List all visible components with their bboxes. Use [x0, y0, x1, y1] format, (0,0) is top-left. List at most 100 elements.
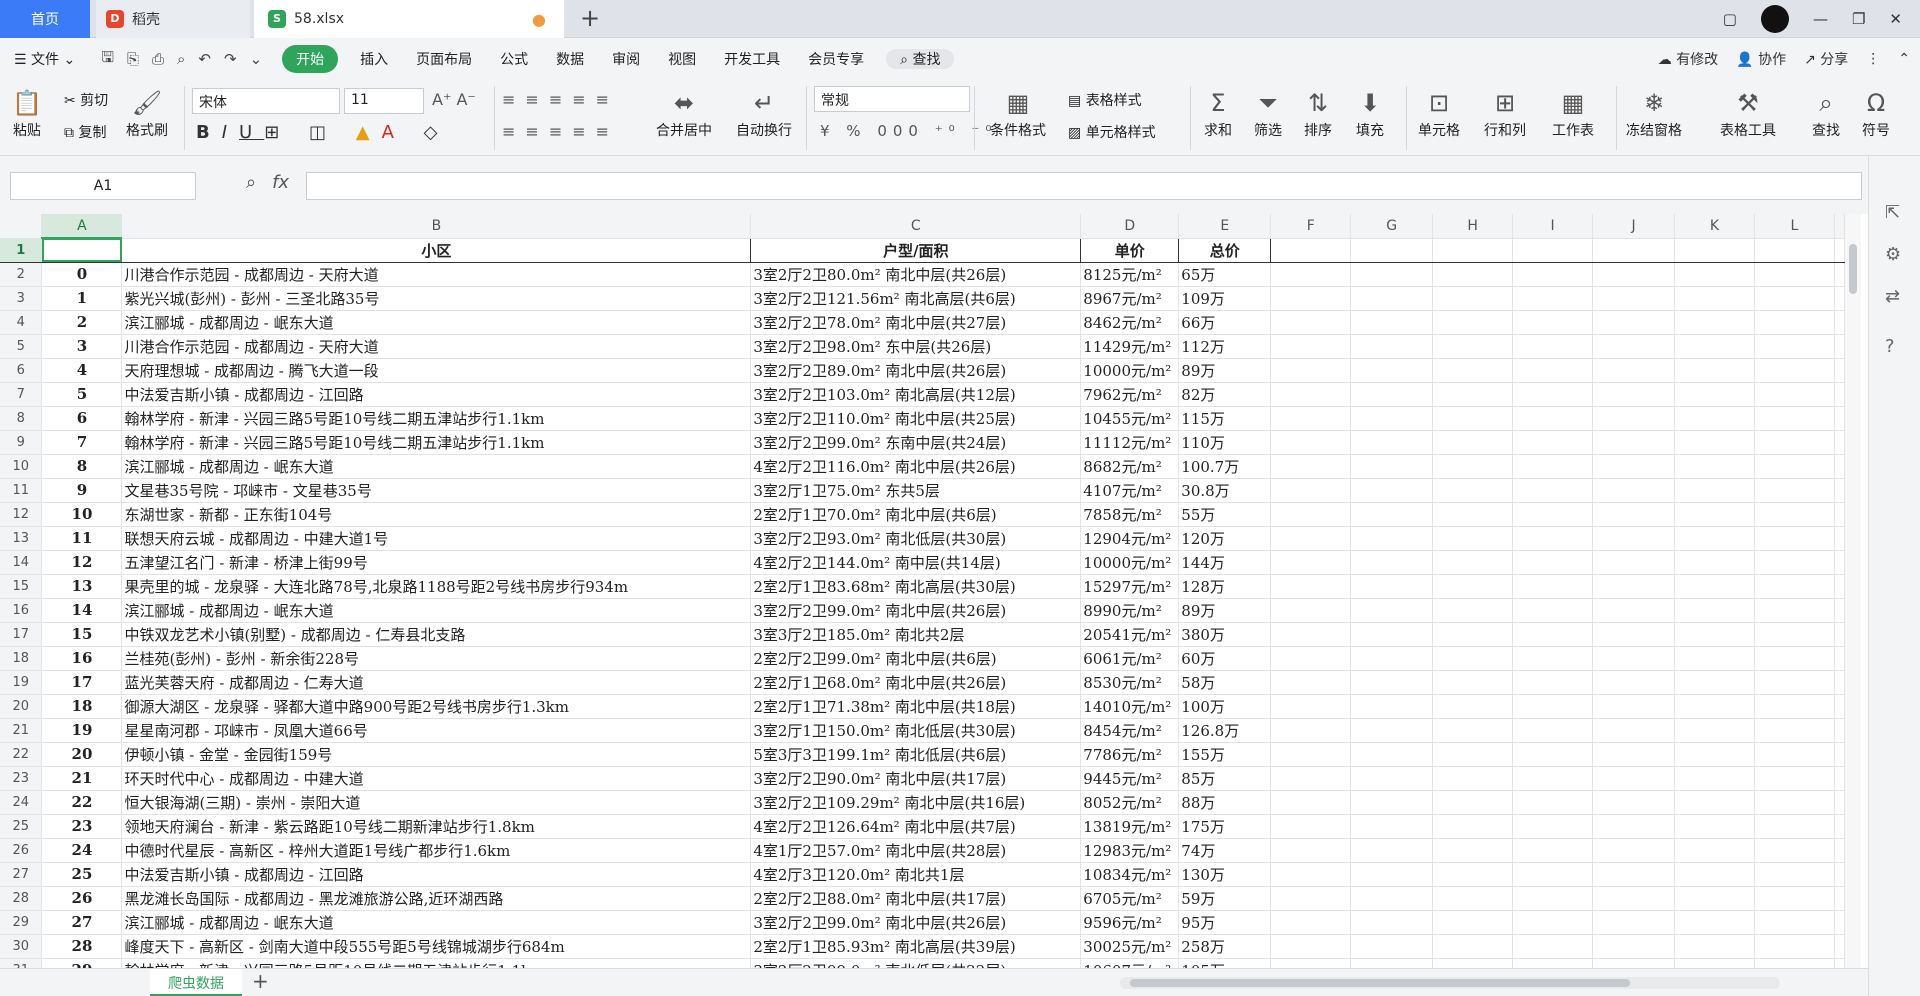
cell-index[interactable]: 19 — [41, 718, 123, 743]
wrap-button[interactable]: ↵ 自动换行 — [736, 86, 792, 140]
preview-icon[interactable]: ⌕ — [177, 50, 185, 68]
align-bottom-group[interactable]: ≡≡≡≡≡ — [502, 122, 619, 141]
empty-cell[interactable] — [1674, 406, 1755, 431]
cell-huxing[interactable]: 3室2厅2卫109.29m² 南北中层(共16层) — [750, 790, 1082, 815]
cell-danjia[interactable]: 4107元/m² — [1080, 478, 1180, 503]
empty-cell[interactable] — [1432, 526, 1514, 551]
empty-cell[interactable] — [1754, 910, 1835, 935]
row-header[interactable]: 17 — [0, 622, 43, 647]
tab-page-layout[interactable]: 页面布局 — [402, 49, 486, 69]
empty-cell[interactable] — [1754, 526, 1835, 551]
cell-huxing[interactable]: 3室2厅2卫110.0m² 南北中层(共25层) — [750, 406, 1082, 431]
column-header-l[interactable]: L — [1754, 214, 1835, 239]
empty-cell[interactable] — [1754, 718, 1835, 743]
empty-cell[interactable] — [1754, 838, 1835, 863]
empty-cell[interactable] — [1432, 934, 1514, 959]
row-header[interactable]: 30 — [0, 934, 43, 959]
empty-cell[interactable] — [1270, 334, 1352, 359]
cell-xiaoqu[interactable]: 中法爱吉斯小镇 - 成都周边 - 江回路 — [121, 862, 752, 887]
empty-cell[interactable] — [1592, 358, 1675, 383]
empty-cell[interactable] — [1432, 790, 1514, 815]
row-header[interactable]: 4 — [0, 310, 43, 335]
cell-danjia[interactable]: 7962元/m² — [1080, 382, 1180, 407]
cell-huxing[interactable]: 3室2厅2卫80.0m² 南北中层(共26层) — [750, 262, 1082, 287]
empty-cell[interactable] — [1432, 598, 1514, 623]
empty-cell[interactable] — [1432, 958, 1514, 968]
cell-zongjia[interactable]: 59万 — [1178, 886, 1272, 911]
cell-xiaoqu[interactable]: 紫光兴城(彭州) - 彭州 - 三圣北路35号 — [121, 286, 752, 311]
cell-huxing[interactable]: 3室2厅2卫78.0m² 南北中层(共27层) — [750, 310, 1082, 335]
empty-cell[interactable] — [1432, 886, 1514, 911]
empty-cell[interactable] — [1512, 622, 1594, 647]
minimize-icon[interactable]: — — [1813, 10, 1828, 28]
share-button[interactable]: ↗ 分享 — [1804, 49, 1848, 69]
cell-danjia[interactable]: 8125元/m² — [1080, 262, 1180, 287]
cell-index[interactable]: 5 — [41, 382, 123, 407]
empty-cell[interactable] — [1432, 286, 1514, 311]
cell-zongjia[interactable]: 110万 — [1178, 430, 1272, 455]
cell-index[interactable]: 12 — [41, 550, 123, 575]
cell-huxing[interactable]: 2室2厅1卫85.93m² 南北高层(共39层) — [750, 934, 1082, 959]
align-top-group[interactable]: ≡≡≡≡≡ — [502, 90, 619, 109]
empty-cell[interactable] — [1592, 742, 1675, 767]
cell-xiaoqu[interactable]: 翰林学府 - 新津 - 兴园三路5号距10号线二期五津站步行1.1km — [121, 406, 752, 431]
cell-danjia[interactable]: 11112元/m² — [1080, 430, 1180, 455]
empty-cell[interactable] — [1592, 814, 1675, 839]
paste-button[interactable]: 📋 粘贴 — [12, 86, 42, 140]
empty-cell[interactable] — [1350, 502, 1434, 527]
tab-view[interactable]: 视图 — [654, 49, 710, 69]
select-all-corner[interactable] — [0, 214, 43, 239]
cell-danjia[interactable]: 8990元/m² — [1080, 598, 1180, 623]
empty-cell[interactable] — [1754, 766, 1835, 791]
row-header[interactable]: 5 — [0, 334, 43, 359]
header-zongjia[interactable]: 总价 — [1178, 238, 1272, 263]
cell-huxing[interactable]: 2室2厅1卫70.0m² 南北中层(共6层) — [750, 502, 1082, 527]
empty-cell[interactable] — [1432, 430, 1514, 455]
empty-cell[interactable] — [1512, 766, 1594, 791]
empty-cell[interactable] — [1754, 310, 1835, 335]
cell-huxing[interactable]: 4室2厅3卫120.0m² 南北共1层 — [750, 862, 1082, 887]
empty-cell[interactable] — [1350, 598, 1434, 623]
cell-index[interactable]: 14 — [41, 598, 123, 623]
empty-cell[interactable] — [1512, 790, 1594, 815]
row-header[interactable]: 6 — [0, 358, 43, 383]
cell-zongjia[interactable]: 105万 — [1178, 958, 1272, 968]
empty-cell[interactable] — [1592, 934, 1675, 959]
empty-cell[interactable] — [1512, 886, 1594, 911]
cell-index[interactable]: 6 — [41, 406, 123, 431]
empty-cell[interactable] — [1350, 958, 1434, 968]
cell-zongjia[interactable]: 66万 — [1178, 310, 1272, 335]
empty-cell[interactable] — [1270, 838, 1352, 863]
empty-cell[interactable] — [1512, 934, 1594, 959]
symbol-button[interactable]: Ω 符号 — [1862, 86, 1890, 140]
empty-cell[interactable] — [1432, 670, 1514, 695]
row-header[interactable]: 16 — [0, 598, 43, 623]
cell-danjia[interactable]: 10455元/m² — [1080, 406, 1180, 431]
empty-cell[interactable] — [1674, 358, 1755, 383]
column-header-i[interactable]: I — [1512, 214, 1594, 239]
empty-cell[interactable] — [1350, 910, 1434, 935]
empty-cell[interactable] — [1754, 334, 1835, 359]
cell-index[interactable]: 22 — [41, 790, 123, 815]
empty-cell[interactable] — [1754, 886, 1835, 911]
empty-cell[interactable] — [1754, 694, 1835, 719]
empty-cell[interactable] — [1674, 622, 1755, 647]
empty-cell[interactable] — [1432, 718, 1514, 743]
empty-cell[interactable] — [1512, 910, 1594, 935]
empty-cell[interactable] — [1432, 358, 1514, 383]
empty-cell[interactable] — [1592, 766, 1675, 791]
column-header-e[interactable]: E — [1178, 214, 1272, 239]
empty-cell[interactable] — [1512, 430, 1594, 455]
header-danjia[interactable]: 单价 — [1080, 238, 1180, 263]
row-header[interactable]: 27 — [0, 862, 43, 887]
empty-cell[interactable] — [1674, 862, 1755, 887]
formula-input[interactable] — [306, 172, 1862, 200]
cell-danjia[interactable]: 6061元/m² — [1080, 646, 1180, 671]
row-header[interactable]: 12 — [0, 502, 43, 527]
cell-index[interactable]: 29 — [41, 958, 123, 968]
undo-icon[interactable]: ↶ — [198, 50, 211, 68]
empty-cell[interactable] — [1754, 286, 1835, 311]
empty-cell[interactable] — [1674, 478, 1755, 503]
empty-cell[interactable] — [1754, 502, 1835, 527]
cell-index[interactable]: 9 — [41, 478, 123, 503]
